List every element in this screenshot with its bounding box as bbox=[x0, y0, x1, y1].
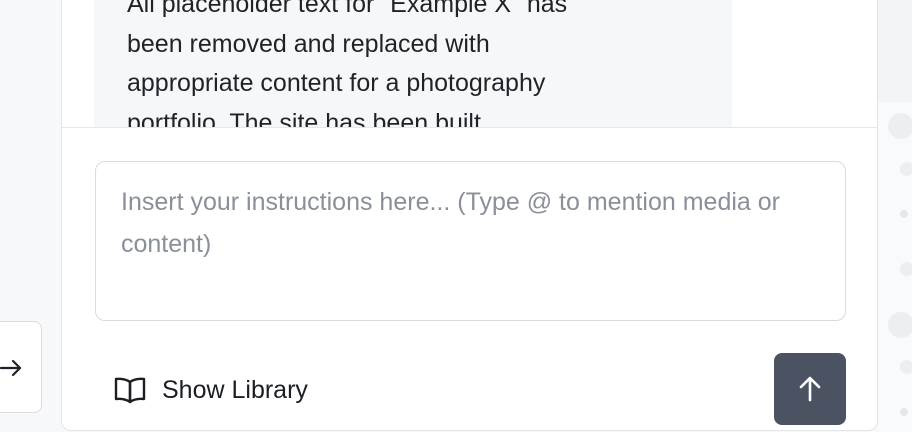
background-dot bbox=[888, 113, 912, 139]
show-library-label: Show Library bbox=[162, 375, 308, 404]
message-text: All placeholder text for "Example X" has… bbox=[127, 0, 707, 128]
arrow-up-icon bbox=[799, 376, 821, 402]
instructions-input[interactable] bbox=[96, 162, 845, 320]
book-open-icon bbox=[114, 377, 146, 404]
background-dot bbox=[900, 262, 912, 276]
side-panel-toggle-button[interactable] bbox=[0, 321, 42, 413]
message-line: appropriate content for a photography bbox=[127, 69, 546, 97]
background-dot bbox=[900, 360, 912, 374]
send-button[interactable] bbox=[774, 353, 846, 425]
background-preview-strip bbox=[878, 0, 912, 432]
message-line: portfolio. The site has been built bbox=[127, 108, 481, 128]
instructions-input-container bbox=[95, 161, 846, 321]
background-dot bbox=[900, 162, 912, 176]
assistant-message: All placeholder text for "Example X" has… bbox=[94, 0, 732, 128]
show-library-button[interactable]: Show Library bbox=[114, 370, 308, 410]
background-dot bbox=[900, 210, 908, 218]
message-scroll-area[interactable]: All placeholder text for "Example X" has… bbox=[62, 0, 877, 128]
message-line: All placeholder text for "Example X" has bbox=[127, 0, 568, 18]
background-dot bbox=[888, 312, 912, 338]
background-dot bbox=[900, 408, 908, 416]
chat-panel: All placeholder text for "Example X" has… bbox=[61, 0, 878, 431]
arrow-right-icon bbox=[0, 359, 22, 377]
message-line: been removed and replaced with bbox=[127, 29, 490, 58]
